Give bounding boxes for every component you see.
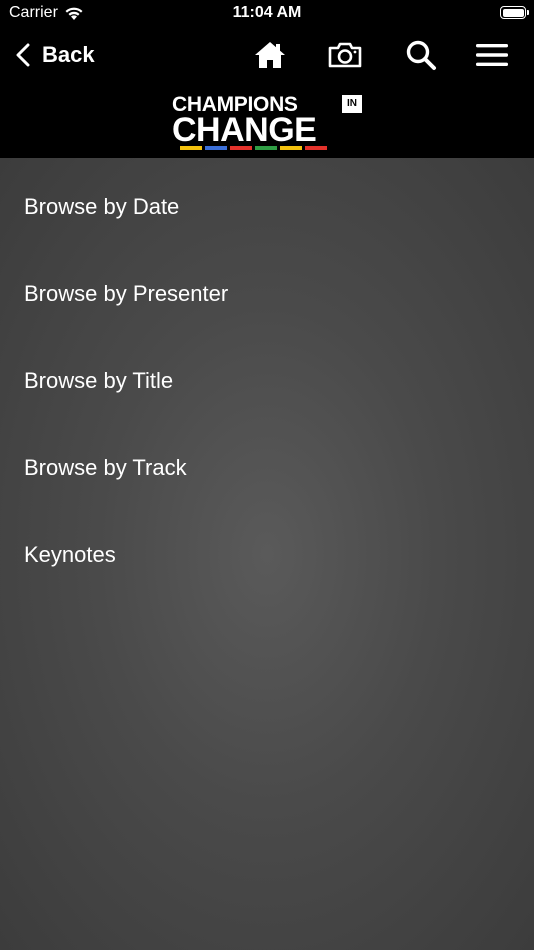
logo-color-stripes [180, 146, 327, 150]
navigation-bar: Back CHAMPIONS IN CHANGE [0, 30, 534, 158]
menu-item-keynotes[interactable]: Keynotes [24, 535, 514, 575]
logo-stripe [205, 146, 227, 150]
logo-stripe [280, 146, 302, 150]
menu-item-label: Browse by Presenter [24, 281, 229, 306]
camera-icon [328, 42, 362, 68]
menu-icon [476, 44, 508, 66]
status-bar: Carrier 11:04 AM [0, 0, 534, 30]
search-icon [406, 40, 436, 70]
home-button[interactable] [252, 38, 288, 72]
logo-stripe [255, 146, 277, 150]
chevron-left-icon [16, 43, 30, 67]
menu-button[interactable] [474, 38, 510, 72]
champions-in-change-logo: CHAMPIONS IN CHANGE [172, 92, 362, 152]
battery-icon [500, 6, 529, 19]
home-icon [255, 42, 285, 68]
logo-stripe [180, 146, 202, 150]
logo-stripe [230, 146, 252, 150]
status-time: 11:04 AM [232, 4, 302, 21]
menu-item-browse-by-presenter[interactable]: Browse by Presenter [24, 274, 514, 314]
search-button[interactable] [403, 38, 439, 72]
menu-item-browse-by-title[interactable]: Browse by Title [24, 361, 514, 401]
menu-item-label: Browse by Track [24, 455, 187, 480]
menu-item-label: Browse by Title [24, 368, 174, 393]
menu-item-label: Browse by Date [24, 194, 180, 219]
menu-item-label: Keynotes [24, 542, 116, 567]
menu-item-browse-by-date[interactable]: Browse by Date [24, 187, 514, 227]
menu-item-browse-by-track[interactable]: Browse by Track [24, 448, 514, 488]
camera-button[interactable] [327, 38, 363, 72]
back-button[interactable]: Back [16, 38, 95, 72]
back-label: Back [42, 42, 95, 67]
browse-menu: Browse by Date Browse by Presenter Brows… [0, 158, 534, 950]
logo-line-bottom: CHANGE [172, 111, 317, 149]
logo-badge: IN [342, 95, 362, 113]
logo-stripe [305, 146, 327, 150]
